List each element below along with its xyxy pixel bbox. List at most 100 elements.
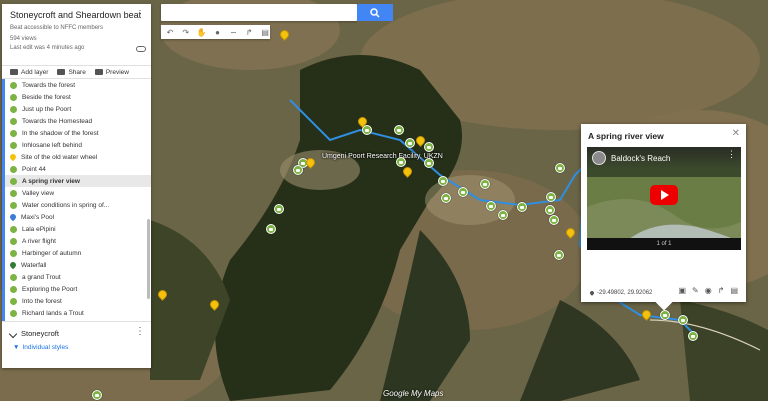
marker-icon: [10, 177, 17, 185]
marker-icon: [8, 152, 18, 162]
directions-icon[interactable]: ↱: [718, 286, 725, 295]
scrollbar[interactable]: [147, 219, 150, 299]
list-item[interactable]: Site of the old water wheel: [5, 151, 151, 163]
coordinates: -29.49802, 29.92062: [589, 290, 652, 296]
search-input[interactable]: [161, 4, 357, 21]
map-marker[interactable]: [545, 205, 555, 215]
list-item-label: Just up the Poort: [22, 105, 72, 113]
directions-icon[interactable]: ↱: [244, 28, 254, 37]
list-item-label: Towards the Homestead: [22, 117, 93, 125]
map-marker[interactable]: [92, 390, 102, 400]
video-player[interactable]: Baldock's Reach ⋮: [587, 147, 741, 250]
layer-list[interactable]: Towards the forest Beside the forest Just …: [2, 79, 151, 321]
list-item[interactable]: A spring river view: [5, 175, 151, 187]
map-marker[interactable]: [549, 215, 559, 225]
preview-button[interactable]: Preview: [94, 68, 129, 76]
edit-icon[interactable]: ✎: [692, 286, 699, 295]
map-marker[interactable]: [441, 193, 451, 203]
share-button[interactable]: Share: [57, 69, 86, 76]
map-marker[interactable]: [405, 138, 415, 148]
list-item-label: Maxi's Pool: [21, 213, 55, 221]
map-marker[interactable]: [498, 210, 508, 220]
map-marker[interactable]: [688, 331, 698, 341]
layer-name[interactable]: Stoneycroft: [21, 329, 59, 338]
map-marker[interactable]: [438, 176, 448, 186]
paint-bucket-icon[interactable]: ▣: [678, 286, 686, 295]
list-item[interactable]: Just up the Poort: [5, 103, 151, 115]
map-marker[interactable]: [274, 204, 284, 214]
marker-icon: [10, 105, 17, 113]
list-item[interactable]: Maxi's Pool: [5, 211, 151, 223]
map-marker[interactable]: [660, 310, 670, 320]
redo-icon[interactable]: ↷: [181, 28, 191, 37]
map-marker[interactable]: [554, 250, 564, 260]
map-marker[interactable]: [546, 192, 556, 202]
layer-stoneycroft[interactable]: Stoneycroft ▼ Individual styles ⋮: [2, 321, 151, 361]
pager-text: 1 of 1: [587, 238, 741, 250]
undo-icon[interactable]: ↶: [165, 28, 175, 37]
kebab-icon[interactable]: ⋮: [135, 10, 145, 20]
channel-avatar: [592, 151, 606, 165]
marker-icon: [10, 93, 17, 101]
list-item-label: Point 44: [22, 165, 46, 173]
add-marker-icon[interactable]: ●: [213, 28, 223, 37]
map-marker[interactable]: [266, 224, 276, 234]
list-item[interactable]: Lala ePipini: [5, 223, 151, 235]
close-icon[interactable]: ✕: [732, 128, 740, 139]
eye-icon: [94, 69, 103, 75]
list-item[interactable]: Exploring the Poort: [5, 283, 151, 295]
list-item[interactable]: Beside the forest: [5, 91, 151, 103]
cloud-saved-icon: [136, 46, 146, 52]
list-item[interactable]: Richard lands a Trout: [5, 307, 151, 319]
map-marker[interactable]: [486, 201, 496, 211]
map-toolbar: ↶ ↷ ✋ ● ∽ ↱ ▤: [161, 25, 270, 39]
map-marker[interactable]: [555, 163, 565, 173]
delete-icon[interactable]: ▤: [730, 286, 738, 295]
draw-line-icon[interactable]: ∽: [229, 28, 239, 37]
list-item-label: Site of the old water wheel: [21, 153, 98, 161]
list-item[interactable]: Valley view: [5, 187, 151, 199]
search-icon: [370, 7, 380, 18]
map-marker[interactable]: [293, 165, 303, 175]
list-item[interactable]: Inhlosane left behind: [5, 139, 151, 151]
add-layer-label: Add layer: [21, 68, 49, 76]
map-marker[interactable]: [394, 125, 404, 135]
checkbox-icon[interactable]: [8, 329, 18, 338]
list-item-label: Valley view: [22, 189, 55, 197]
list-item[interactable]: In the shadow of the forest: [5, 127, 151, 139]
map-marker[interactable]: [424, 142, 434, 152]
list-item[interactable]: Water conditions in spring of...: [5, 199, 151, 211]
list-item[interactable]: Point 44: [5, 163, 151, 175]
list-item[interactable]: Waterfall: [5, 259, 151, 271]
map-description[interactable]: Beat accessible to NFFC members: [10, 25, 143, 31]
camera-icon[interactable]: ◉: [705, 286, 712, 295]
map-marker[interactable]: [396, 157, 406, 167]
marker-icon: [8, 260, 18, 270]
map-marker[interactable]: [517, 202, 527, 212]
marker-icon: [10, 249, 17, 257]
list-item[interactable]: Towards the forest: [5, 79, 151, 91]
list-item[interactable]: Towards the Homestead: [5, 115, 151, 127]
hand-icon[interactable]: ✋: [197, 28, 207, 37]
list-item[interactable]: Harbinger of autumn: [5, 247, 151, 259]
marker-icon: [10, 237, 17, 245]
preview-label: Preview: [105, 68, 129, 76]
map-marker[interactable]: [480, 179, 490, 189]
map-marker[interactable]: [424, 158, 434, 168]
list-item[interactable]: A river flight: [5, 235, 151, 247]
view-count: 594 views: [10, 36, 37, 42]
list-item[interactable]: Into the forest: [5, 295, 151, 307]
list-item[interactable]: a grand Trout: [5, 271, 151, 283]
video-title[interactable]: Baldock's Reach: [611, 154, 670, 163]
map-marker[interactable]: [678, 315, 688, 325]
map-marker[interactable]: [458, 187, 468, 197]
individual-styles-link[interactable]: ▼ Individual styles: [13, 344, 143, 351]
map-title[interactable]: Stoneycroft and Sheardown beat: [10, 10, 143, 20]
search-button[interactable]: [357, 4, 393, 21]
play-button-icon[interactable]: [650, 185, 678, 205]
ruler-icon[interactable]: ▤: [260, 28, 270, 37]
kebab-icon[interactable]: ⋮: [135, 327, 145, 337]
marker-icon: [10, 189, 17, 197]
add-layer-button[interactable]: Add layer: [10, 69, 48, 76]
kebab-icon[interactable]: ⋮: [727, 150, 736, 159]
